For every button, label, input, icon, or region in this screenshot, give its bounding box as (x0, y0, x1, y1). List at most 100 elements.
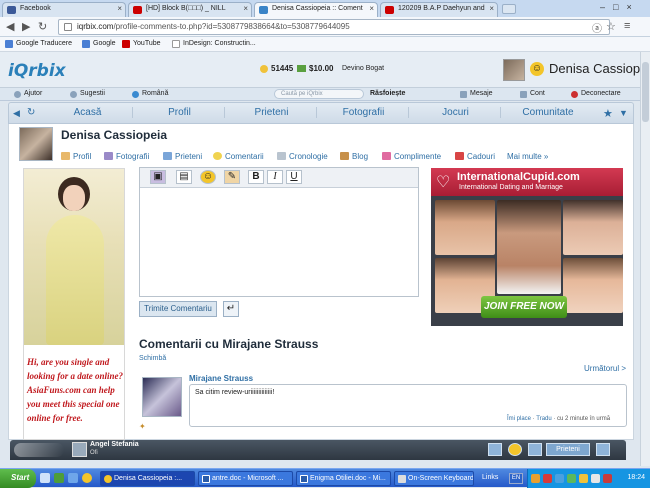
bookmark-google[interactable]: Google (82, 40, 116, 48)
tab-comunitate[interactable]: Comunitate (503, 107, 593, 118)
close-icon[interactable]: × (117, 4, 122, 13)
profile-link-comentarii[interactable]: Comentarii (213, 152, 264, 161)
menu-sugestii[interactable]: Sugestii (70, 90, 105, 98)
change-link[interactable]: Schimbă (139, 355, 166, 362)
profile-link-prieteni[interactable]: Prieteni (163, 152, 202, 161)
tray-icon-1[interactable] (531, 474, 540, 483)
links-toolbar[interactable]: Links (482, 474, 498, 481)
settings-icon[interactable] (596, 443, 610, 456)
start-button[interactable]: Start (0, 469, 36, 488)
message-icon[interactable] (488, 443, 502, 456)
enter-icon[interactable]: ↵ (223, 301, 239, 317)
task-onscreen-keyboard[interactable]: On-Screen Keyboard (394, 471, 474, 486)
user-name[interactable]: Denisa Cassiope (549, 61, 647, 76)
close-icon[interactable]: × (243, 4, 248, 13)
quicklaunch-ie-icon[interactable] (68, 473, 78, 483)
tab-youtube-block-b[interactable]: [HD] Block B(□□□) _ NILL × (128, 2, 252, 17)
reload-icon[interactable]: ↻ (38, 20, 47, 33)
window-controls[interactable]: –□× (600, 2, 648, 14)
tray-icon-5[interactable] (579, 474, 588, 483)
quicklaunch-chrome-icon[interactable] (82, 473, 92, 483)
bookmark-youtube[interactable]: YouTube (122, 40, 161, 48)
bookmark-indesign[interactable]: InDesign: Constructin... (172, 40, 256, 48)
quicklaunch-explorer-icon[interactable] (54, 473, 64, 483)
avatar[interactable] (503, 59, 525, 81)
new-tab-button[interactable] (502, 4, 516, 14)
search-input[interactable]: Caută pe iQrbix (274, 89, 364, 99)
insert-image-icon[interactable]: ▣ (150, 170, 166, 184)
gift-icon[interactable]: ✦ (139, 422, 146, 431)
quicklaunch-desktop-icon[interactable] (40, 473, 50, 483)
tab-denisa-comments[interactable]: Denisa Cassiopeia :: Coment × (254, 2, 378, 17)
profile-link-blog[interactable]: Blog (340, 152, 368, 161)
underline-button[interactable]: U (286, 170, 302, 184)
translate-link[interactable]: Tradu (536, 416, 551, 422)
tab-jocuri[interactable]: Jocuri (411, 107, 501, 118)
close-icon[interactable]: × (369, 4, 374, 13)
tray-icon-4[interactable] (567, 474, 576, 483)
next-link[interactable]: Următorul > (584, 364, 626, 373)
task-browser[interactable]: Denisa Cassiopeia :... (100, 471, 195, 486)
star-bookmark-icon[interactable]: ☆ (606, 20, 616, 33)
left-ad[interactable]: Hi, are you single and looking for a dat… (23, 168, 125, 440)
back-arrow-icon[interactable]: ◀ (13, 108, 20, 119)
menu-language[interactable]: Română (132, 90, 168, 98)
tray-icon-3[interactable] (555, 474, 564, 483)
task-word-antre[interactable]: antre.doc - Microsoft ... (198, 471, 293, 486)
chat-avatar[interactable] (72, 442, 87, 457)
alert-icon[interactable] (528, 443, 542, 456)
browse-link[interactable]: Răsfoiește (370, 90, 405, 97)
tray-icon-2[interactable] (543, 474, 552, 483)
page-scrollbar[interactable] (640, 52, 650, 466)
task-word-enigma[interactable]: Enigma Otiliei.doc - Mi... (296, 471, 391, 486)
star-icon[interactable]: ★ (603, 107, 613, 120)
wrench-menu-icon[interactable]: ≡ (624, 20, 630, 32)
extension-icon[interactable]: ⓐ (592, 20, 602, 35)
profile-link-cadouri[interactable]: Cadouri (455, 152, 495, 161)
smiley-icon[interactable] (508, 443, 522, 456)
menu-ajutor[interactable]: Ajutor (14, 90, 42, 98)
comment-textarea[interactable] (140, 188, 418, 296)
tab-youtube-bap[interactable]: 120209 B.A.P Daehyun and × (380, 2, 498, 17)
language-indicator[interactable]: EN (509, 473, 523, 484)
tab-acasa[interactable]: Acasă (43, 107, 133, 118)
tab-prieteni[interactable]: Prieteni (227, 107, 317, 118)
scrollbar-thumb[interactable] (642, 62, 649, 122)
bookmark-google-traducere[interactable]: Google Traducere (5, 40, 72, 48)
join-free-button[interactable]: JOIN FREE NOW (481, 296, 567, 318)
commenter-name[interactable]: Mirajane Strauss (189, 374, 253, 383)
address-bar[interactable]: iqrbix.com/profile-comments-to.php?id=53… (58, 19, 610, 35)
forward-arrow-icon[interactable]: ▶ (22, 20, 30, 33)
volume-icon[interactable] (591, 474, 600, 483)
menu-deconectare[interactable]: Deconectare (571, 90, 621, 98)
tray-icon-6[interactable] (603, 474, 612, 483)
right-ad[interactable]: ♡ InternationalCupid.com International D… (431, 168, 623, 326)
profile-link-fotografii[interactable]: Fotografii (104, 152, 149, 161)
profile-link-cronologie[interactable]: Cronologie (277, 152, 328, 161)
profile-link-complimente[interactable]: Complimente (382, 152, 441, 161)
profile-avatar[interactable] (19, 127, 53, 161)
chat-contact-name[interactable]: Angel Stefania (90, 441, 139, 448)
bold-button[interactable]: B (248, 170, 264, 184)
insert-video-icon[interactable]: ▤ (176, 170, 192, 184)
smiley-icon[interactable]: ☺ (200, 170, 216, 184)
tab-facebook[interactable]: Facebook × (2, 2, 126, 17)
profile-link-more[interactable]: Mai multe » (495, 152, 548, 161)
close-icon[interactable]: × (489, 4, 494, 13)
chevron-down-icon[interactable]: ▼ (619, 108, 628, 118)
friends-chat-button[interactable]: Prieteni (546, 443, 590, 456)
italic-button[interactable]: I (267, 170, 283, 184)
status-text[interactable]: Devino Bogat (342, 65, 384, 72)
palette-icon[interactable]: ✎ (224, 170, 240, 184)
menu-mesaje[interactable]: Mesaje (460, 90, 493, 98)
refresh-icon[interactable]: ↻ (27, 107, 35, 118)
like-link[interactable]: Îmi place (507, 416, 531, 422)
menu-cont[interactable]: Cont (520, 90, 545, 98)
profile-name[interactable]: Denisa Cassiopeia (61, 128, 167, 142)
tab-profil[interactable]: Profil (135, 107, 225, 118)
comment-editor[interactable]: ▣ ▤ ☺ ✎ B I U (139, 167, 419, 297)
site-logo[interactable]: iQrbix (8, 61, 66, 81)
profile-link-profil[interactable]: Profil (61, 152, 91, 161)
send-comment-button[interactable]: Trimite Comentariu (139, 301, 217, 317)
commenter-avatar[interactable] (142, 377, 182, 417)
